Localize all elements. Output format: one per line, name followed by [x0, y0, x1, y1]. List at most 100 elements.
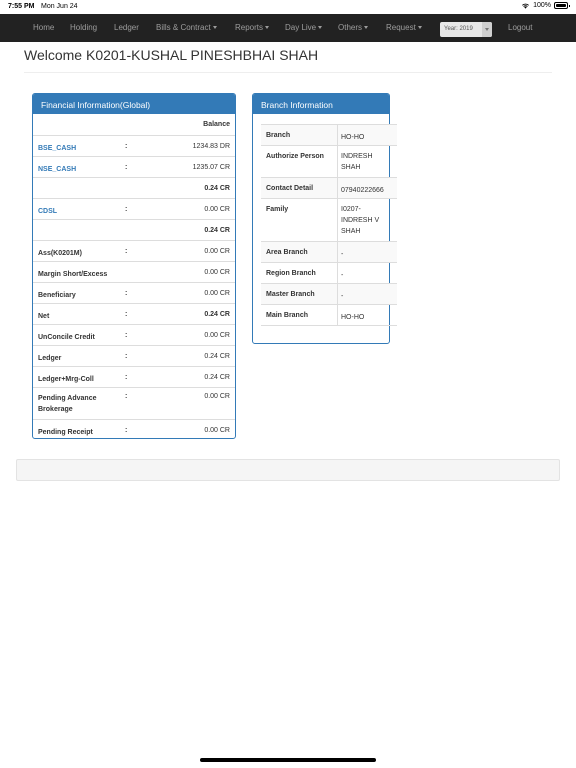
row-label: Ledger+Mrg-Coll [38, 376, 94, 383]
table-row: CDSL : 0.00 CR [33, 198, 235, 219]
page-title: Welcome K0201-KUSHAL PINESHBHAI SHAH [24, 47, 319, 63]
battery-percent: 100% [533, 2, 551, 9]
row-sep: : [125, 393, 128, 400]
chevron-down-icon [482, 22, 492, 37]
row-value: 0.00 CR [204, 248, 230, 255]
cell-divider [337, 305, 338, 325]
nav-reports[interactable]: Reports [235, 23, 270, 32]
table-row: 0.24 CR [33, 219, 235, 240]
row-value: 0.24 CR [204, 185, 230, 192]
table-header-row: Balance [33, 114, 235, 135]
chevron-down-icon [318, 26, 323, 30]
status-time: 7:55 PM [8, 3, 35, 10]
row-sep: : [125, 374, 128, 381]
row-label: Ass(K0201M) [38, 250, 82, 257]
table-row: Region Branch - [261, 263, 397, 284]
row-value: HO-HO [341, 134, 365, 141]
row-label: Pending Advance Brokerage [38, 395, 97, 413]
year-select[interactable]: Year: 2019 [440, 22, 492, 37]
table-row: Authorize Person INDRESH SHAH [261, 146, 397, 178]
row-value: INDRESH SHAH [341, 153, 373, 171]
table-row: Ledger+Mrg-Coll : 0.24 CR [33, 366, 235, 387]
row-value: 0.00 CR [204, 332, 230, 339]
row-sep: : [125, 206, 128, 213]
cell-divider [337, 263, 338, 283]
table-row: Beneficiary : 0.00 CR [33, 282, 235, 303]
nav-request[interactable]: Request [386, 23, 422, 32]
financial-info-panel: Financial Information(Global) Balance BS… [32, 93, 236, 439]
row-value: - [341, 272, 344, 279]
table-row: Branch HO-HO [261, 125, 397, 146]
row-key: Main Branch [266, 312, 309, 319]
cell-divider [337, 178, 338, 198]
year-select-value: Year: 2019 [444, 26, 473, 32]
row-value: 0.00 CR [204, 290, 230, 297]
row-label: UnConcile Credit [38, 334, 95, 341]
row-value: 0.24 CR [204, 353, 230, 360]
row-value: 1234.83 DR [192, 143, 230, 150]
divider [24, 72, 552, 73]
row-label: Beneficiary [38, 292, 76, 299]
table-row: Net : 0.24 CR [33, 303, 235, 324]
row-sep: : [125, 164, 128, 171]
table-row: Contact Detail 07940222666 [261, 178, 397, 199]
row-key: Area Branch [266, 249, 308, 256]
chevron-down-icon [265, 26, 270, 30]
table-row: Master Branch - [261, 284, 397, 305]
row-key: Region Branch [266, 270, 316, 277]
balance-header: Balance [203, 121, 230, 128]
row-sep: : [125, 332, 128, 339]
cell-divider [337, 284, 338, 304]
nav-ledger[interactable]: Ledger [114, 23, 139, 32]
table-row: UnConcile Credit : 0.00 CR [33, 324, 235, 345]
row-sep: : [125, 290, 128, 297]
row-label-link[interactable]: CDSL [38, 206, 118, 217]
row-value: - [341, 251, 344, 258]
row-key: Master Branch [266, 291, 315, 298]
row-value: I0207-INDRESH V SHAH [341, 206, 380, 235]
status-indicators: 100% [521, 2, 570, 9]
row-sep: : [125, 311, 128, 318]
status-bar: 7:55 PM Mon Jun 24 100% [0, 0, 576, 14]
status-date: Mon Jun 24 [41, 3, 78, 10]
table-row: Pending Advance Brokerage : 0.00 CR [33, 387, 235, 419]
nav-others-label: Others [338, 23, 363, 32]
row-value: 1235.07 CR [192, 164, 230, 171]
table-row: Main Branch HO-HO [261, 305, 397, 326]
financial-panel-title: Financial Information(Global) [33, 94, 235, 114]
row-key: Branch [266, 132, 291, 139]
home-indicator[interactable] [200, 758, 376, 762]
branch-info-panel: Branch Information Branch HO-HO Authoriz… [252, 93, 397, 344]
row-sep: : [125, 143, 128, 150]
row-label-link[interactable]: BSE_CASH [38, 143, 118, 154]
nav-others[interactable]: Others [338, 23, 369, 32]
table-row: Ledger : 0.24 CR [33, 345, 235, 366]
row-value: 0.00 CR [204, 393, 230, 400]
cell-divider [337, 199, 338, 241]
nav-home[interactable]: Home [33, 23, 54, 32]
row-label: Pending Receipt [38, 429, 93, 436]
row-key: Contact Detail [266, 185, 314, 192]
row-value: 0.00 CR [204, 206, 230, 213]
row-value: 0.24 CR [204, 227, 230, 234]
row-value: HO-HO [341, 314, 365, 321]
table-row: 0.24 CR [33, 177, 235, 198]
row-label: Ledger [38, 355, 62, 362]
cell-divider [337, 146, 338, 177]
row-value: 0.24 CR [204, 374, 230, 381]
wifi-icon [522, 3, 530, 9]
row-value: 0.00 CR [204, 269, 230, 276]
footer-well [16, 459, 560, 481]
nav-day-live[interactable]: Day Live [285, 23, 323, 32]
branch-table: Branch HO-HO Authorize Person INDRESH SH… [261, 124, 397, 326]
nav-holding[interactable]: Holding [70, 23, 97, 32]
row-label: Net [38, 313, 50, 320]
nav-request-label: Request [386, 23, 416, 32]
nav-logout[interactable]: Logout [508, 23, 532, 32]
table-row: Area Branch - [261, 242, 397, 263]
row-label-link[interactable]: NSE_CASH [38, 164, 118, 175]
nav-bills-label: Bills & Contract [156, 23, 211, 32]
nav-bills-contract[interactable]: Bills & Contract [156, 23, 217, 32]
row-value: 07940222666 [341, 187, 384, 194]
branch-panel-title: Branch Information [253, 94, 389, 114]
